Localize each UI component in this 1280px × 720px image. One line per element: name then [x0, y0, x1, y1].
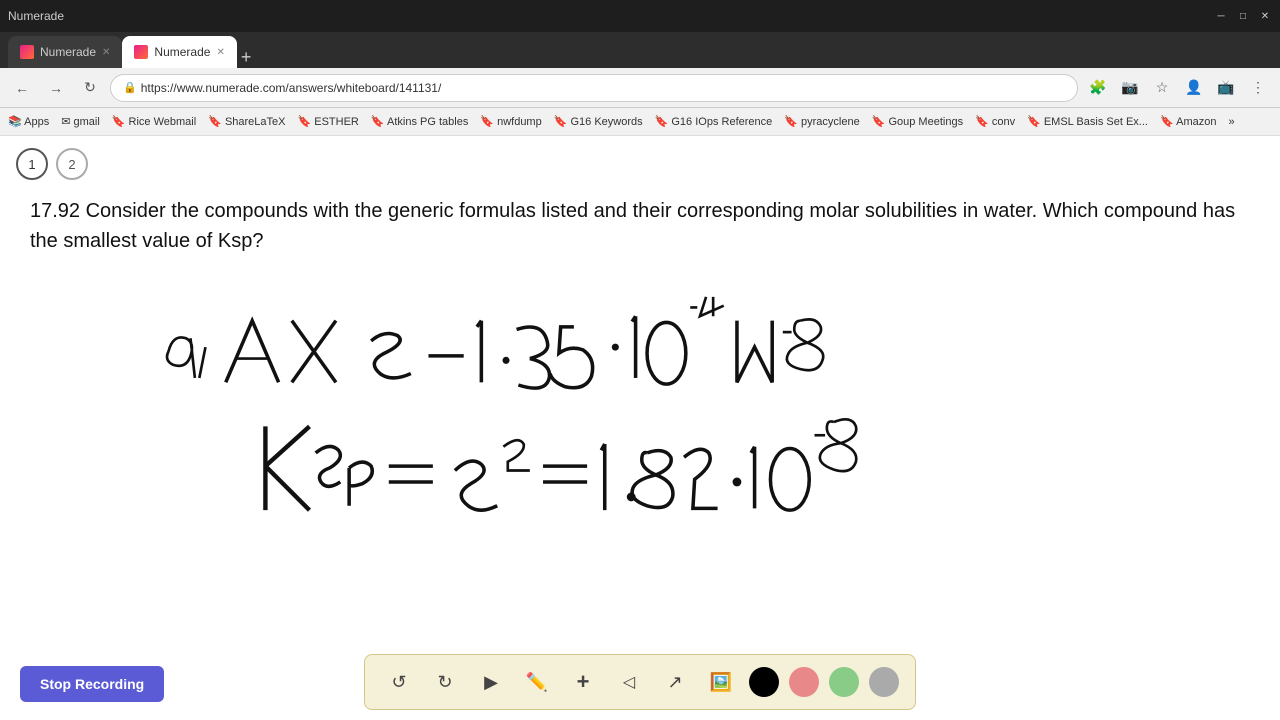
favicon-1 [20, 45, 34, 59]
bookmark-sharelatex[interactable]: 🔖 ShareLaTeX [208, 115, 285, 128]
stop-recording-button[interactable]: Stop Recording [20, 666, 164, 702]
title-bar: Numerade ─ □ ✕ [0, 0, 1280, 32]
bookmark-gmail[interactable]: ✉ gmail [61, 115, 100, 128]
bookmark-goup[interactable]: 🔖 Goup Meetings [872, 115, 963, 128]
tab-1[interactable]: Numerade ✕ [8, 36, 122, 68]
redo-button[interactable]: ↻ [427, 664, 463, 700]
url-text: https://www.numerade.com/answers/whitebo… [141, 81, 442, 95]
camera-button[interactable]: 📷 [1116, 74, 1144, 102]
page-2-button[interactable]: 2 [56, 148, 88, 180]
pen-tool[interactable]: ✏️ [519, 664, 555, 700]
nav-bar: ← → ↻ 🔒 https://www.numerade.com/answers… [0, 68, 1280, 108]
favicon-2 [134, 45, 148, 59]
bookmark-atkins[interactable]: 🔖 Atkins PG tables [371, 115, 468, 128]
bookmark-rice[interactable]: 🔖 Rice Webmail [112, 115, 196, 128]
browser-title: Numerade [8, 9, 64, 23]
settings-button[interactable]: ⋮ [1244, 74, 1272, 102]
bookmark-amazon[interactable]: 🔖 Amazon [1160, 115, 1217, 128]
add-tool[interactable]: + [565, 664, 601, 700]
page-content: 1 2 17.92 Consider the compounds with th… [0, 136, 1280, 720]
profile-button[interactable]: 👤 [1180, 74, 1208, 102]
arrow-tool[interactable]: ↗ [657, 664, 693, 700]
question-text: 17.92 Consider the compounds with the ge… [30, 196, 1250, 256]
address-bar[interactable]: 🔒 https://www.numerade.com/answers/white… [110, 74, 1078, 102]
bookmark-pyra[interactable]: 🔖 pyracyclene [784, 115, 859, 128]
bookmark-g16iops[interactable]: 🔖 G16 IOps Reference [655, 115, 773, 128]
page-1-button[interactable]: 1 [16, 148, 48, 180]
close-button[interactable]: ✕ [1258, 9, 1272, 23]
math-drawing [30, 281, 1250, 660]
color-red[interactable] [789, 667, 819, 697]
maximize-button[interactable]: □ [1236, 9, 1250, 23]
tab-1-close[interactable]: ✕ [102, 47, 110, 58]
image-tool[interactable]: 🖼️ [703, 664, 739, 700]
extensions-button[interactable]: 🧩 [1084, 74, 1112, 102]
bookmarks-bar: 📚 Apps ✉ gmail 🔖 Rice Webmail 🔖 ShareLaT… [0, 108, 1280, 136]
tabs-bar: Numerade ✕ Numerade ✕ + [0, 32, 1280, 68]
reload-button[interactable]: ↻ [76, 74, 104, 102]
whiteboard-area[interactable] [30, 281, 1250, 660]
color-gray[interactable] [869, 667, 899, 697]
bookmark-nwfdump[interactable]: 🔖 nwfdump [480, 115, 541, 128]
page-numbers: 1 2 [16, 148, 88, 180]
bookmark-apps[interactable]: 📚 Apps [8, 115, 49, 128]
bookmark-esther[interactable]: 🔖 ESTHER [297, 115, 358, 128]
lock-icon: 🔒 [123, 81, 137, 94]
select-tool[interactable]: ▶ [473, 664, 509, 700]
bookmarks-more[interactable]: » [1228, 116, 1234, 128]
tab-2-label: Numerade [154, 45, 210, 59]
nav-actions: 🧩 📷 ☆ 👤 📺 ⋮ [1084, 74, 1272, 102]
minimize-button[interactable]: ─ [1214, 9, 1228, 23]
toolbar: ↺ ↻ ▶ ✏️ + ◁ ↗ 🖼️ [364, 654, 916, 710]
bookmark-emsl[interactable]: 🔖 EMSL Basis Set Ex... [1027, 115, 1148, 128]
color-black[interactable] [749, 667, 779, 697]
eraser-tool[interactable]: ◁ [611, 664, 647, 700]
undo-button[interactable]: ↺ [381, 664, 417, 700]
tab-1-label: Numerade [40, 45, 96, 59]
bookmark-g16kw[interactable]: 🔖 G16 Keywords [554, 115, 643, 128]
forward-button[interactable]: → [42, 74, 70, 102]
bookmark-conv[interactable]: 🔖 conv [975, 115, 1015, 128]
cast-button[interactable]: 📺 [1212, 74, 1240, 102]
tab-2-close[interactable]: ✕ [216, 47, 224, 58]
new-tab-button[interactable]: + [241, 47, 252, 68]
color-green[interactable] [829, 667, 859, 697]
tab-2[interactable]: Numerade ✕ [122, 36, 236, 68]
star-button[interactable]: ☆ [1148, 74, 1176, 102]
window-controls: ─ □ ✕ [1214, 9, 1272, 23]
back-button[interactable]: ← [8, 74, 36, 102]
